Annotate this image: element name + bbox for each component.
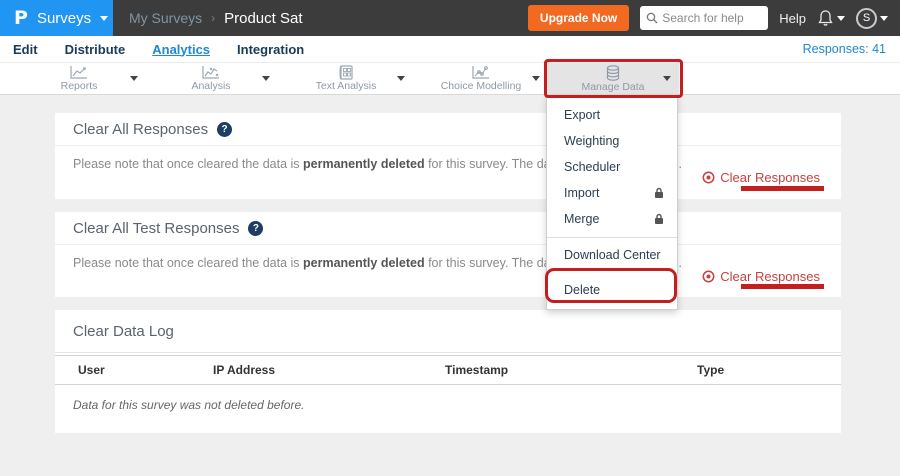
search-input[interactable] [662,11,758,25]
breadcrumb-parent[interactable]: My Surveys [129,10,202,26]
search-icon [646,12,658,24]
account-menu[interactable]: S [856,8,888,29]
column-header-ip: IP Address [213,363,445,377]
clear-test-responses-button[interactable]: Clear Responses [702,269,820,284]
reports-icon [69,65,89,80]
chevron-down-icon [880,16,888,21]
manage-data-icon [604,65,622,81]
clear-responses-label: Clear Responses [720,269,820,284]
toolbar-reports[interactable]: Reports [20,63,138,94]
chevron-down-icon[interactable] [663,76,671,81]
toolbar-analysis[interactable]: Analysis [152,63,270,94]
help-icon[interactable]: ? [248,221,263,236]
column-header-type: Type [697,363,841,377]
lock-icon [654,213,664,225]
menu-item-weighting[interactable]: Weighting [547,128,677,154]
warning-note: Please note that once cleared the data i… [55,146,841,171]
chevron-down-icon [837,16,845,21]
column-header-user: User [78,363,213,377]
clear-responses-label: Clear Responses [720,170,820,185]
chevron-down-icon[interactable] [262,76,270,81]
tab-analytics[interactable]: Analytics [152,42,210,57]
surveys-app-switcher[interactable]: P Surveys [0,0,113,36]
section-title: Clear Data Log [73,323,174,340]
chevron-down-icon [100,16,108,21]
toolbar-label: Analysis [191,80,230,92]
section-header: Clear All Responses ? [55,113,841,146]
analysis-icon [201,65,221,80]
toolbar-label: Reports [61,80,98,92]
header-actions: Upgrade Now Help S [528,5,900,31]
menu-item-export[interactable]: Export [547,102,677,128]
tab-distribute[interactable]: Distribute [65,42,126,57]
chevron-down-icon[interactable] [397,76,405,81]
menu-divider [547,237,677,238]
choice-modelling-icon [471,65,491,80]
app-window: P Surveys My Surveys › Product Sat Upgra… [0,0,900,476]
notifications-menu[interactable] [817,9,845,27]
breadcrumb-separator-icon: › [211,11,215,25]
toolbar-choice-modelling[interactable]: Choice Modelling [422,63,540,94]
top-header: P Surveys My Surveys › Product Sat Upgra… [0,0,900,36]
toolbar-label: Text Analysis [316,80,377,92]
help-link[interactable]: Help [779,11,806,26]
breadcrumb-current: Product Sat [224,10,302,27]
clear-target-icon [702,171,715,184]
column-header-timestamp: Timestamp [445,363,697,377]
menu-item-download-center[interactable]: Download Center [547,242,677,268]
section-title: Clear All Responses [73,121,208,138]
lock-icon [654,187,664,199]
responses-count: Responses: 41 [803,42,900,56]
clear-responses-button[interactable]: Clear Responses [702,170,820,185]
menu-item-delete[interactable]: Delete [547,277,677,303]
warning-note: Please note that once cleared the data i… [55,245,841,270]
help-icon[interactable]: ? [217,122,232,137]
clear-data-log-section: Clear Data Log User IP Address Timestamp… [55,310,841,433]
menu-item-import[interactable]: Import [547,180,677,206]
manage-data-dropdown: Export Weighting Scheduler Import Merge … [546,96,678,310]
log-table-header: User IP Address Timestamp Type [55,355,841,385]
upgrade-now-button[interactable]: Upgrade Now [528,5,629,31]
clear-test-responses-section: Clear All Test Responses ? Please note t… [55,212,841,297]
chevron-down-icon[interactable] [130,76,138,81]
questionpro-logo: P [14,7,28,29]
toolbar-manage-data[interactable]: Manage Data [547,63,679,94]
log-empty-message: Data for this survey was not deleted bef… [55,385,841,412]
tab-edit[interactable]: Edit [13,42,38,57]
help-search [640,6,768,30]
section-header: Clear Data Log [55,310,841,353]
clear-target-icon [702,270,715,283]
toolbar-label: Choice Modelling [441,80,522,92]
toolbar-label: Manage Data [581,81,644,93]
toolbar-text-analysis[interactable]: Text Analysis [287,63,405,94]
section-header: Clear All Test Responses ? [55,212,841,245]
avatar: S [856,8,877,29]
analytics-toolbar: Reports Analysis Text Analysis Choice Mo… [0,62,900,95]
bell-icon [817,9,834,27]
text-analysis-icon [338,65,354,80]
breadcrumb: My Surveys › Product Sat [129,10,303,27]
clear-all-responses-section: Clear All Responses ? Please note that o… [55,113,841,199]
survey-nav: Edit Distribute Analytics Integration Re… [0,36,900,62]
chevron-down-icon[interactable] [532,76,540,81]
tab-integration[interactable]: Integration [237,42,304,57]
menu-item-scheduler[interactable]: Scheduler [547,154,677,180]
section-title: Clear All Test Responses [73,220,239,237]
menu-item-merge[interactable]: Merge [547,206,677,232]
app-name: Surveys [37,10,91,27]
